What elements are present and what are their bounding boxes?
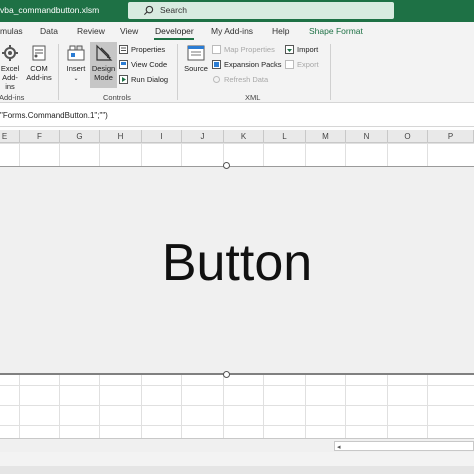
view-code-label: View Code <box>131 60 168 69</box>
group-divider <box>58 44 59 100</box>
column-header[interactable]: E <box>0 130 20 143</box>
tab-formulas[interactable]: mulas <box>0 26 23 36</box>
search-box[interactable]: Search <box>128 2 394 19</box>
insert-control-button[interactable]: Insert ⌄ <box>63 44 89 84</box>
column-header[interactable]: N <box>346 130 388 143</box>
sheet-tabs-bar: ◂ <box>0 438 474 452</box>
expansion-packs-label: Expansion Packs <box>224 60 282 69</box>
tab-shape-format[interactable]: Shape Format <box>309 26 363 36</box>
grid-line <box>0 405 474 406</box>
status-bar-strip <box>0 466 474 474</box>
source-button[interactable]: Source <box>182 44 210 73</box>
expansion-packs-button[interactable]: Expansion Packs <box>212 60 282 69</box>
column-header[interactable]: P <box>428 130 474 143</box>
refresh-data-label: Refresh Data <box>224 75 269 84</box>
insert-label: Insert <box>66 64 86 73</box>
gear-icon <box>2 45 18 61</box>
design-mode-label-2: Mode <box>94 73 113 82</box>
design-mode-icon <box>95 44 112 61</box>
column-header[interactable]: H <box>100 130 142 143</box>
column-header[interactable]: K <box>224 130 264 143</box>
tab-developer[interactable]: Developer <box>155 26 194 36</box>
design-mode-button[interactable]: Design Mode <box>90 44 117 82</box>
com-add-ins-icon <box>32 45 46 61</box>
window-title: vba_commandbutton.xlsm <box>0 5 100 15</box>
formula-text: "Forms.CommandButton.1";"") <box>0 111 108 120</box>
controls-group-label: Controls <box>103 93 131 102</box>
properties-icon <box>119 45 128 54</box>
ribbon: Excel Add-ins COM Add-ins Add-ins Insert… <box>0 40 474 103</box>
column-header[interactable]: J <box>182 130 224 143</box>
group-divider <box>177 44 178 100</box>
tab-help[interactable]: Help <box>272 26 289 36</box>
map-properties-icon <box>212 45 221 54</box>
refresh-icon <box>213 76 220 83</box>
grid-line <box>0 385 474 386</box>
scroll-left-arrow-icon[interactable]: ◂ <box>337 443 341 451</box>
xml-source-icon <box>187 45 205 61</box>
tab-view[interactable]: View <box>120 26 138 36</box>
column-header[interactable]: G <box>60 130 100 143</box>
run-dialog-button[interactable]: Run Dialog <box>119 75 168 84</box>
tab-review[interactable]: Review <box>77 26 105 36</box>
ribbon-tabs: mulas Data Review View Developer My Add-… <box>0 22 474 40</box>
com-add-ins-label-1: COM <box>30 64 48 73</box>
properties-label: Properties <box>131 45 166 54</box>
import-icon <box>285 45 294 54</box>
title-bar: vba_commandbutton.xlsm Search <box>0 0 474 22</box>
tab-data[interactable]: Data <box>40 26 58 36</box>
xml-group-label: XML <box>245 93 261 102</box>
map-properties-button[interactable]: Map Properties <box>212 45 275 54</box>
expansion-packs-icon <box>212 60 221 69</box>
export-label: Export <box>297 60 319 69</box>
view-code-button[interactable]: View Code <box>119 60 167 69</box>
run-dialog-label: Run Dialog <box>131 75 169 84</box>
column-header[interactable]: I <box>142 130 182 143</box>
toolbox-icon <box>67 45 85 61</box>
command-button-caption: Button <box>161 234 313 292</box>
com-add-ins-button[interactable]: COM Add-ins <box>26 44 52 82</box>
tab-my-add-ins[interactable]: My Add-ins <box>211 26 253 36</box>
formula-bar[interactable]: "Forms.CommandButton.1";"") <box>0 103 474 127</box>
source-label: Source <box>184 64 208 73</box>
column-header[interactable]: F <box>20 130 60 143</box>
resize-handle-top[interactable] <box>223 162 230 169</box>
properties-button[interactable]: Properties <box>119 45 165 54</box>
column-header[interactable]: M <box>306 130 346 143</box>
excel-add-ins-label-2: Add-ins <box>2 73 18 91</box>
export-button[interactable]: Export <box>285 60 319 69</box>
column-headers: E F G H I J K L M N O P <box>0 130 474 143</box>
search-icon <box>143 5 154 16</box>
column-header[interactable]: O <box>388 130 428 143</box>
add-ins-group-label: Add-ins <box>0 93 25 102</box>
horizontal-scrollbar[interactable]: ◂ <box>334 441 474 451</box>
excel-add-ins-button[interactable]: Excel Add-ins <box>0 44 22 91</box>
run-dialog-icon <box>119 75 128 84</box>
chevron-down-icon: ⌄ <box>73 76 79 82</box>
excel-add-ins-label-1: Excel <box>0 64 20 73</box>
view-code-icon <box>119 60 128 69</box>
export-icon <box>285 60 294 69</box>
grid-line <box>0 425 474 426</box>
column-header[interactable]: L <box>264 130 306 143</box>
group-divider <box>330 44 331 100</box>
command-button[interactable]: Button <box>0 166 474 375</box>
com-add-ins-label-2: Add-ins <box>26 73 52 82</box>
grid-line <box>0 143 474 144</box>
import-label: Import <box>297 45 319 54</box>
map-properties-label: Map Properties <box>224 45 275 54</box>
design-mode-label-1: Design <box>91 64 116 73</box>
resize-handle-bottom[interactable] <box>223 371 230 378</box>
refresh-data-button[interactable]: Refresh Data <box>212 75 268 84</box>
search-placeholder: Search <box>160 5 187 15</box>
import-button[interactable]: Import <box>285 45 318 54</box>
